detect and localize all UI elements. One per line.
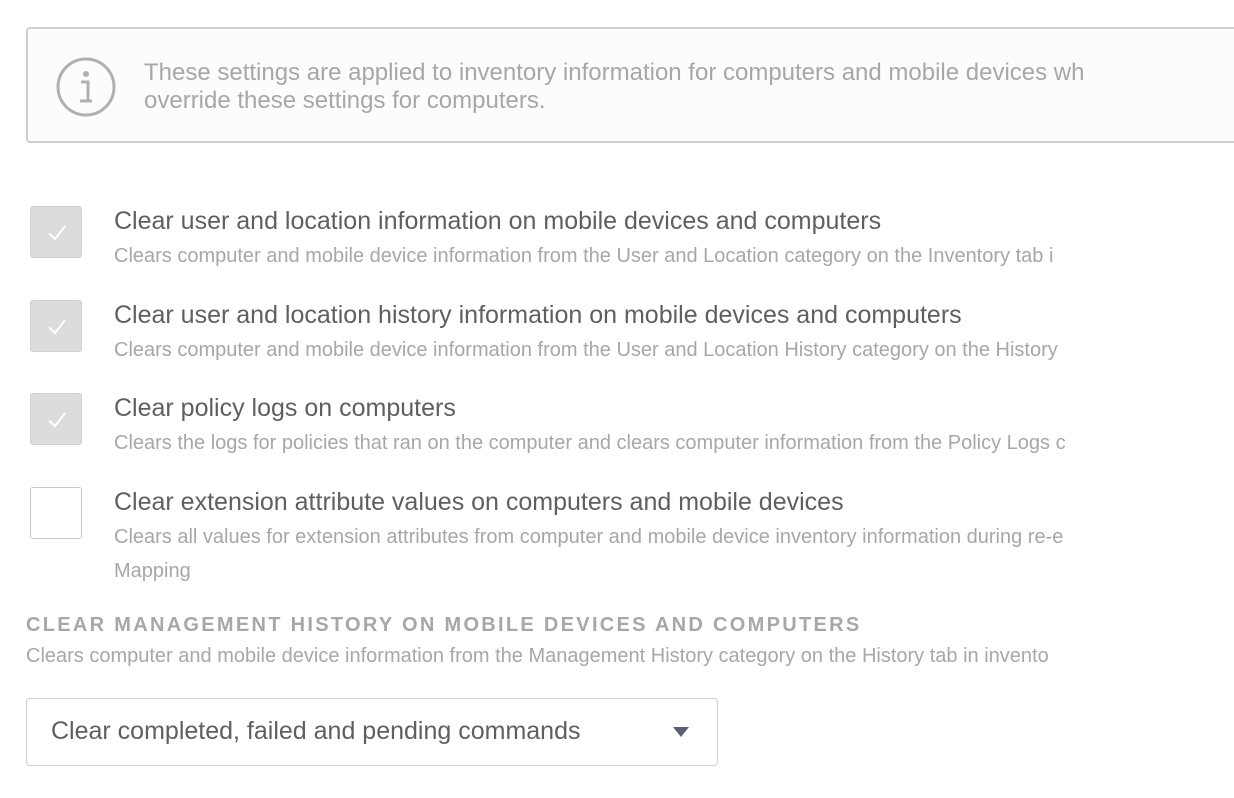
checkbox-clear-user-location[interactable]	[30, 206, 82, 258]
checkmark-icon	[48, 319, 66, 335]
option-label: Clear user and location information on m…	[114, 207, 882, 235]
checkmark-icon	[48, 412, 66, 428]
option-label: Clear policy logs on computers	[114, 394, 456, 422]
info-text-line1: These settings are applied to inventory …	[144, 59, 1085, 86]
info-circle-icon	[56, 57, 116, 117]
info-text-line2: override these settings for computers.	[144, 87, 546, 114]
checkbox-clear-extension-attributes[interactable]	[30, 487, 82, 539]
info-text: These settings are applied to inventory …	[144, 59, 1234, 115]
section-description: Clears computer and mobile device inform…	[26, 645, 1049, 667]
option-description: Clears all values for extension attribut…	[114, 526, 1064, 582]
caret-down-icon	[673, 727, 689, 737]
option-description: Clears computer and mobile device inform…	[114, 339, 1058, 361]
option-label: Clear user and location history informat…	[114, 301, 962, 329]
info-banner: These settings are applied to inventory …	[26, 27, 1234, 143]
option-description: Clears computer and mobile device inform…	[114, 245, 1054, 267]
option-description: Clears the logs for policies that ran on…	[114, 432, 1066, 454]
section-heading-management-history: CLEAR MANAGEMENT HISTORY ON MOBILE DEVIC…	[26, 614, 862, 636]
checkbox-clear-policy-logs[interactable]	[30, 393, 82, 445]
management-history-select[interactable]: Clear completed, failed and pending comm…	[26, 698, 718, 766]
checkmark-icon	[48, 225, 66, 241]
select-value: Clear completed, failed and pending comm…	[51, 717, 581, 745]
option-label: Clear extension attribute values on comp…	[114, 488, 844, 516]
checkbox-clear-user-location-history[interactable]	[30, 300, 82, 352]
